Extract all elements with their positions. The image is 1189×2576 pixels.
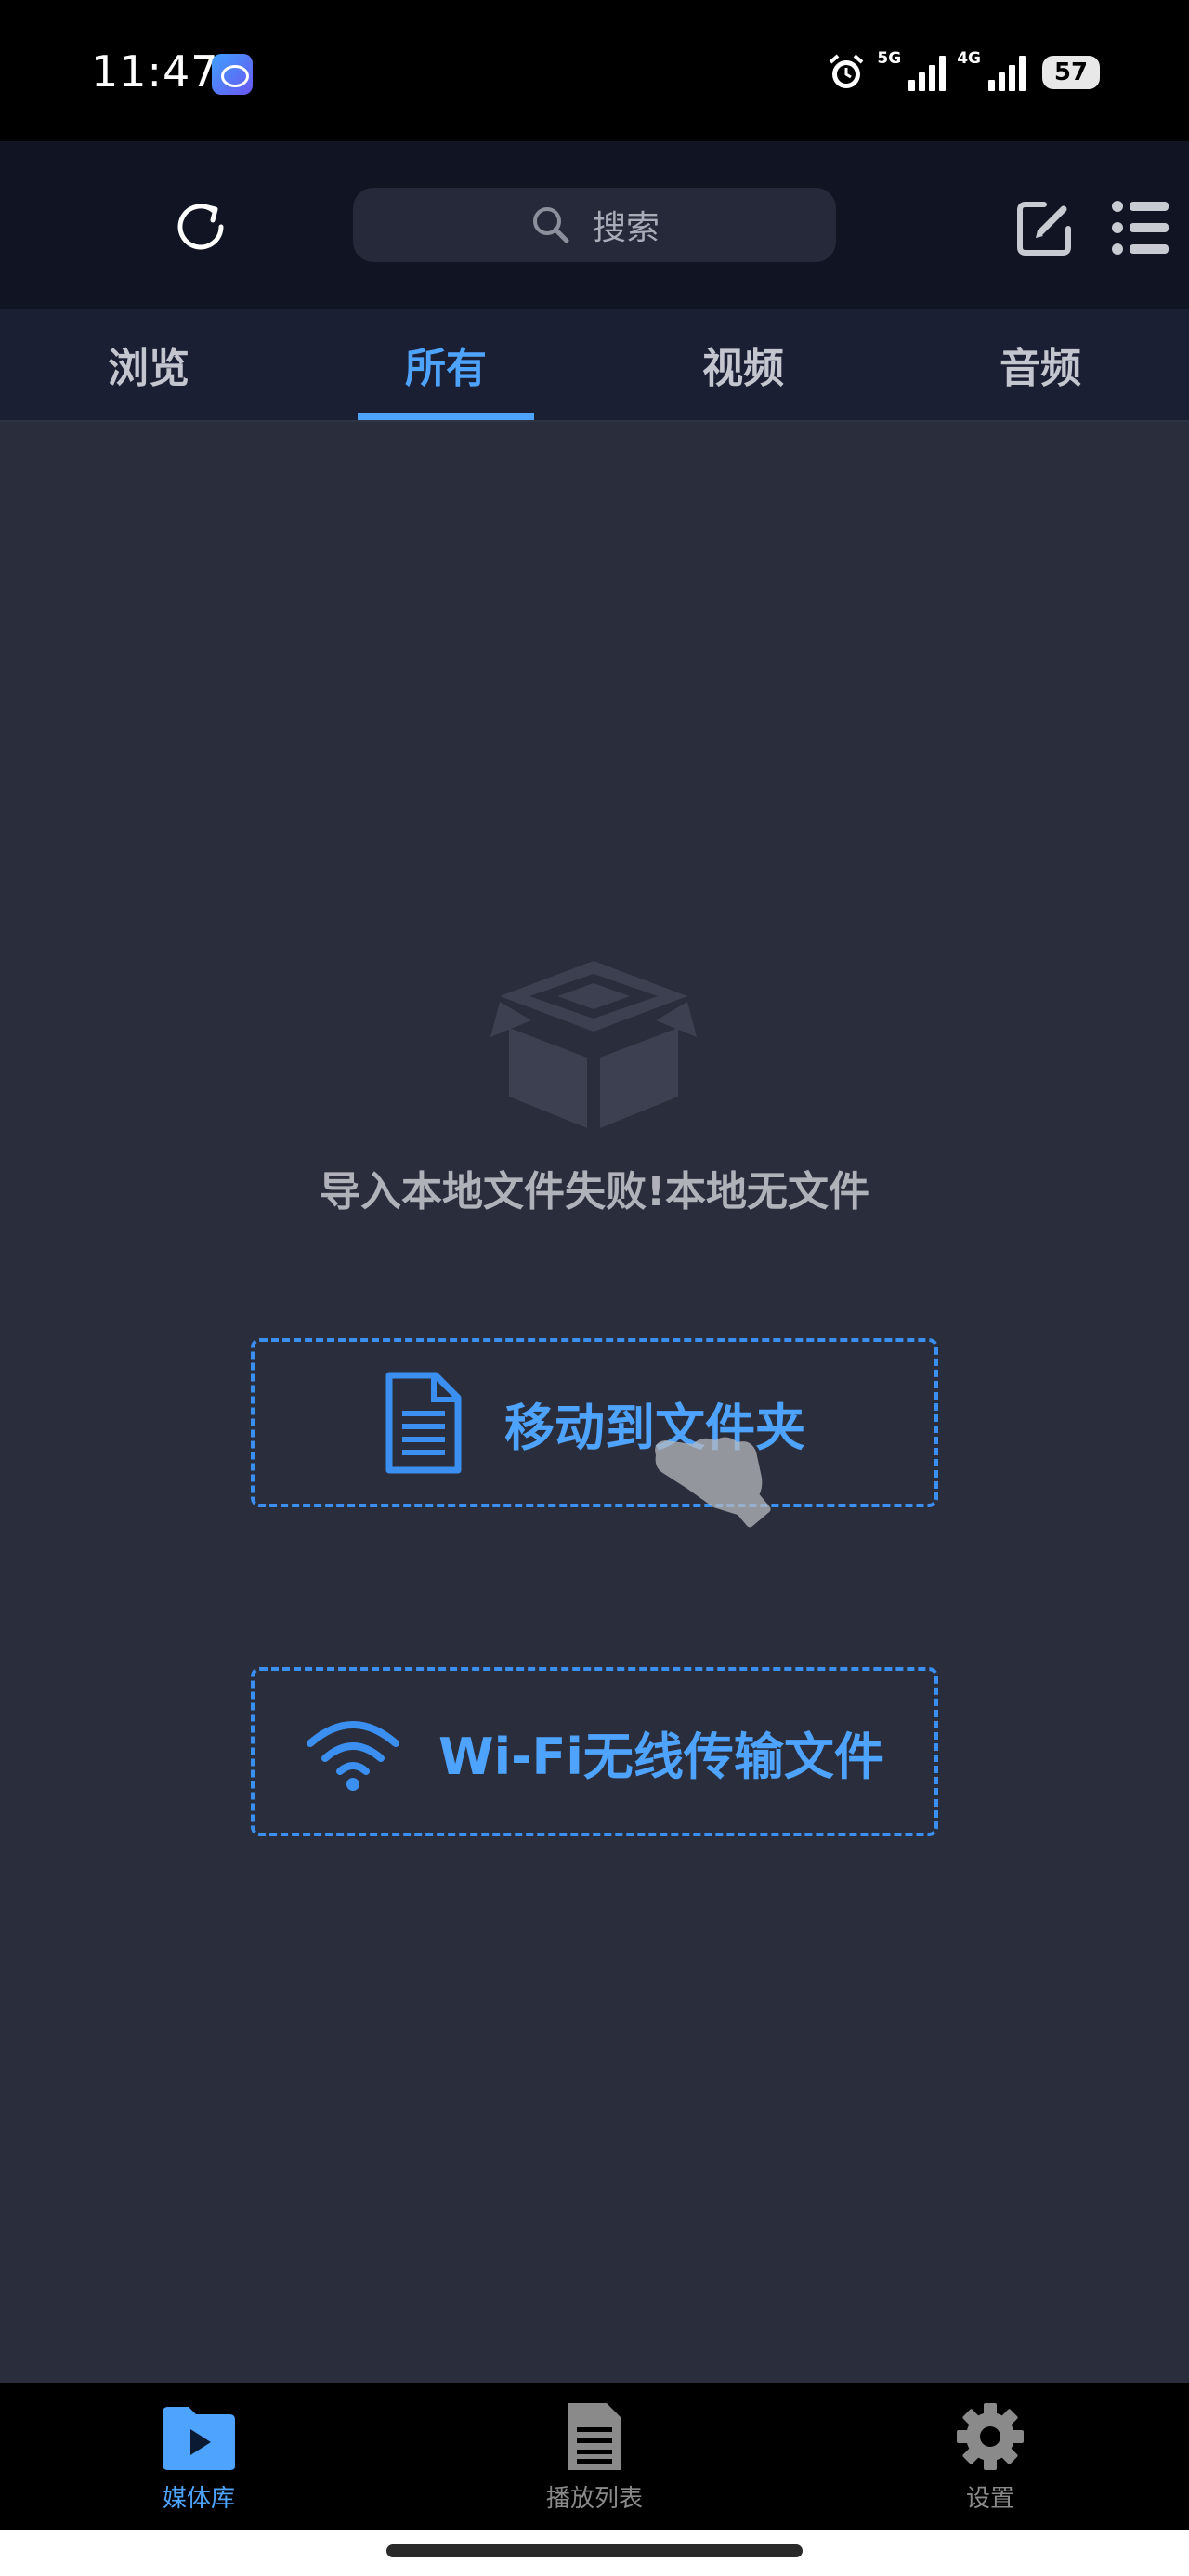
signal-icon: [908, 54, 947, 91]
tab-all[interactable]: 所有: [297, 309, 594, 420]
search-input[interactable]: 搜索: [353, 188, 836, 262]
nav-label-media: 媒体库: [162, 2485, 235, 2513]
wifi-transfer-label: Wi-Fi无线传输文件: [438, 1727, 884, 1786]
list-menu-icon[interactable]: [1111, 199, 1170, 256]
nav-media-library[interactable]: 媒体库: [69, 2383, 329, 2530]
wifi-transfer-button[interactable]: Wi-Fi无线传输文件: [251, 1667, 938, 1836]
bottom-nav: 媒体库 播放列表 设置: [0, 2383, 1189, 2530]
search-placeholder: 搜索: [592, 209, 660, 247]
signal-icon: [988, 54, 1026, 91]
tab-browse[interactable]: 浏览: [0, 309, 297, 420]
nav-label-playlist: 播放列表: [545, 2485, 643, 2513]
status-time: 11:47: [91, 46, 219, 97]
document-icon: [568, 2403, 621, 2470]
status-indicators: 5G 4G 57: [827, 46, 1109, 99]
hand-pointer-icon: [655, 1437, 771, 1528]
tab-video[interactable]: 视频: [594, 309, 892, 420]
network-label-5g: 5G: [877, 49, 902, 68]
move-to-folder-button[interactable]: 移动到文件夹: [251, 1338, 938, 1507]
refresh-icon[interactable]: [169, 195, 232, 258]
tab-audio[interactable]: 音频: [892, 309, 1189, 420]
document-icon: [385, 1372, 462, 1474]
search-icon: [532, 207, 569, 243]
nav-playlist[interactable]: 播放列表: [464, 2383, 725, 2530]
top-toolbar: 搜索: [0, 141, 1189, 309]
wifi-icon: [307, 1721, 400, 1791]
battery-level: 57: [1053, 59, 1089, 86]
status-bar: 11:47 5G 4G 57: [0, 0, 1189, 141]
tab-bar: 浏览 所有 视频 音频: [0, 309, 1189, 422]
nav-settings[interactable]: 设置: [860, 2383, 1120, 2530]
home-indicator[interactable]: [386, 2544, 803, 2557]
alarm-icon: [830, 54, 864, 88]
edit-icon[interactable]: [1013, 197, 1076, 260]
app-notification-icon: [212, 54, 253, 95]
empty-state-message: 导入本地文件失败!本地无文件: [319, 1168, 870, 1216]
home-indicator-area: [0, 2530, 1189, 2576]
play-icon: [163, 2407, 235, 2470]
network-label-4g: 4G: [957, 49, 981, 68]
gear-icon: [957, 2403, 1024, 2470]
tab-active-indicator: [358, 413, 534, 420]
empty-box-icon: [490, 961, 697, 1128]
nav-label-settings: 设置: [965, 2485, 1014, 2513]
battery-icon: 57: [1042, 56, 1109, 89]
